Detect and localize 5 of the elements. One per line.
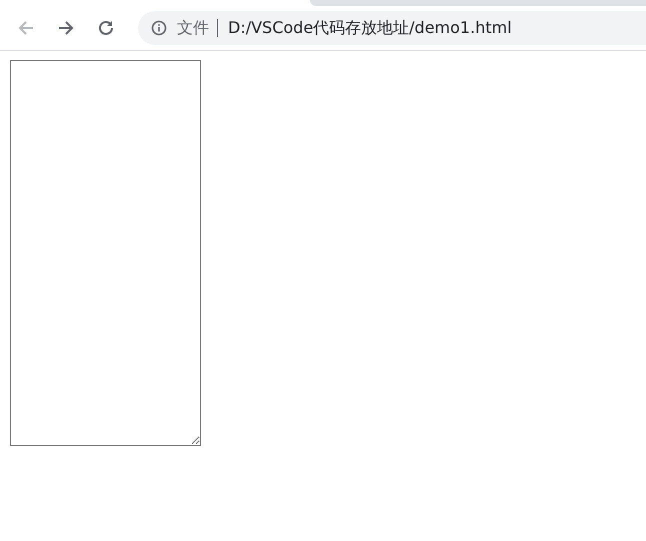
- scheme-label: 文件: [177, 18, 209, 38]
- reload-icon[interactable]: [96, 18, 116, 38]
- info-icon[interactable]: [151, 20, 167, 36]
- address-bar[interactable]: 文件 D:/VSCode代码存放地址/demo1.html: [138, 11, 646, 45]
- url-text: D:/VSCode代码存放地址/demo1.html: [228, 18, 512, 38]
